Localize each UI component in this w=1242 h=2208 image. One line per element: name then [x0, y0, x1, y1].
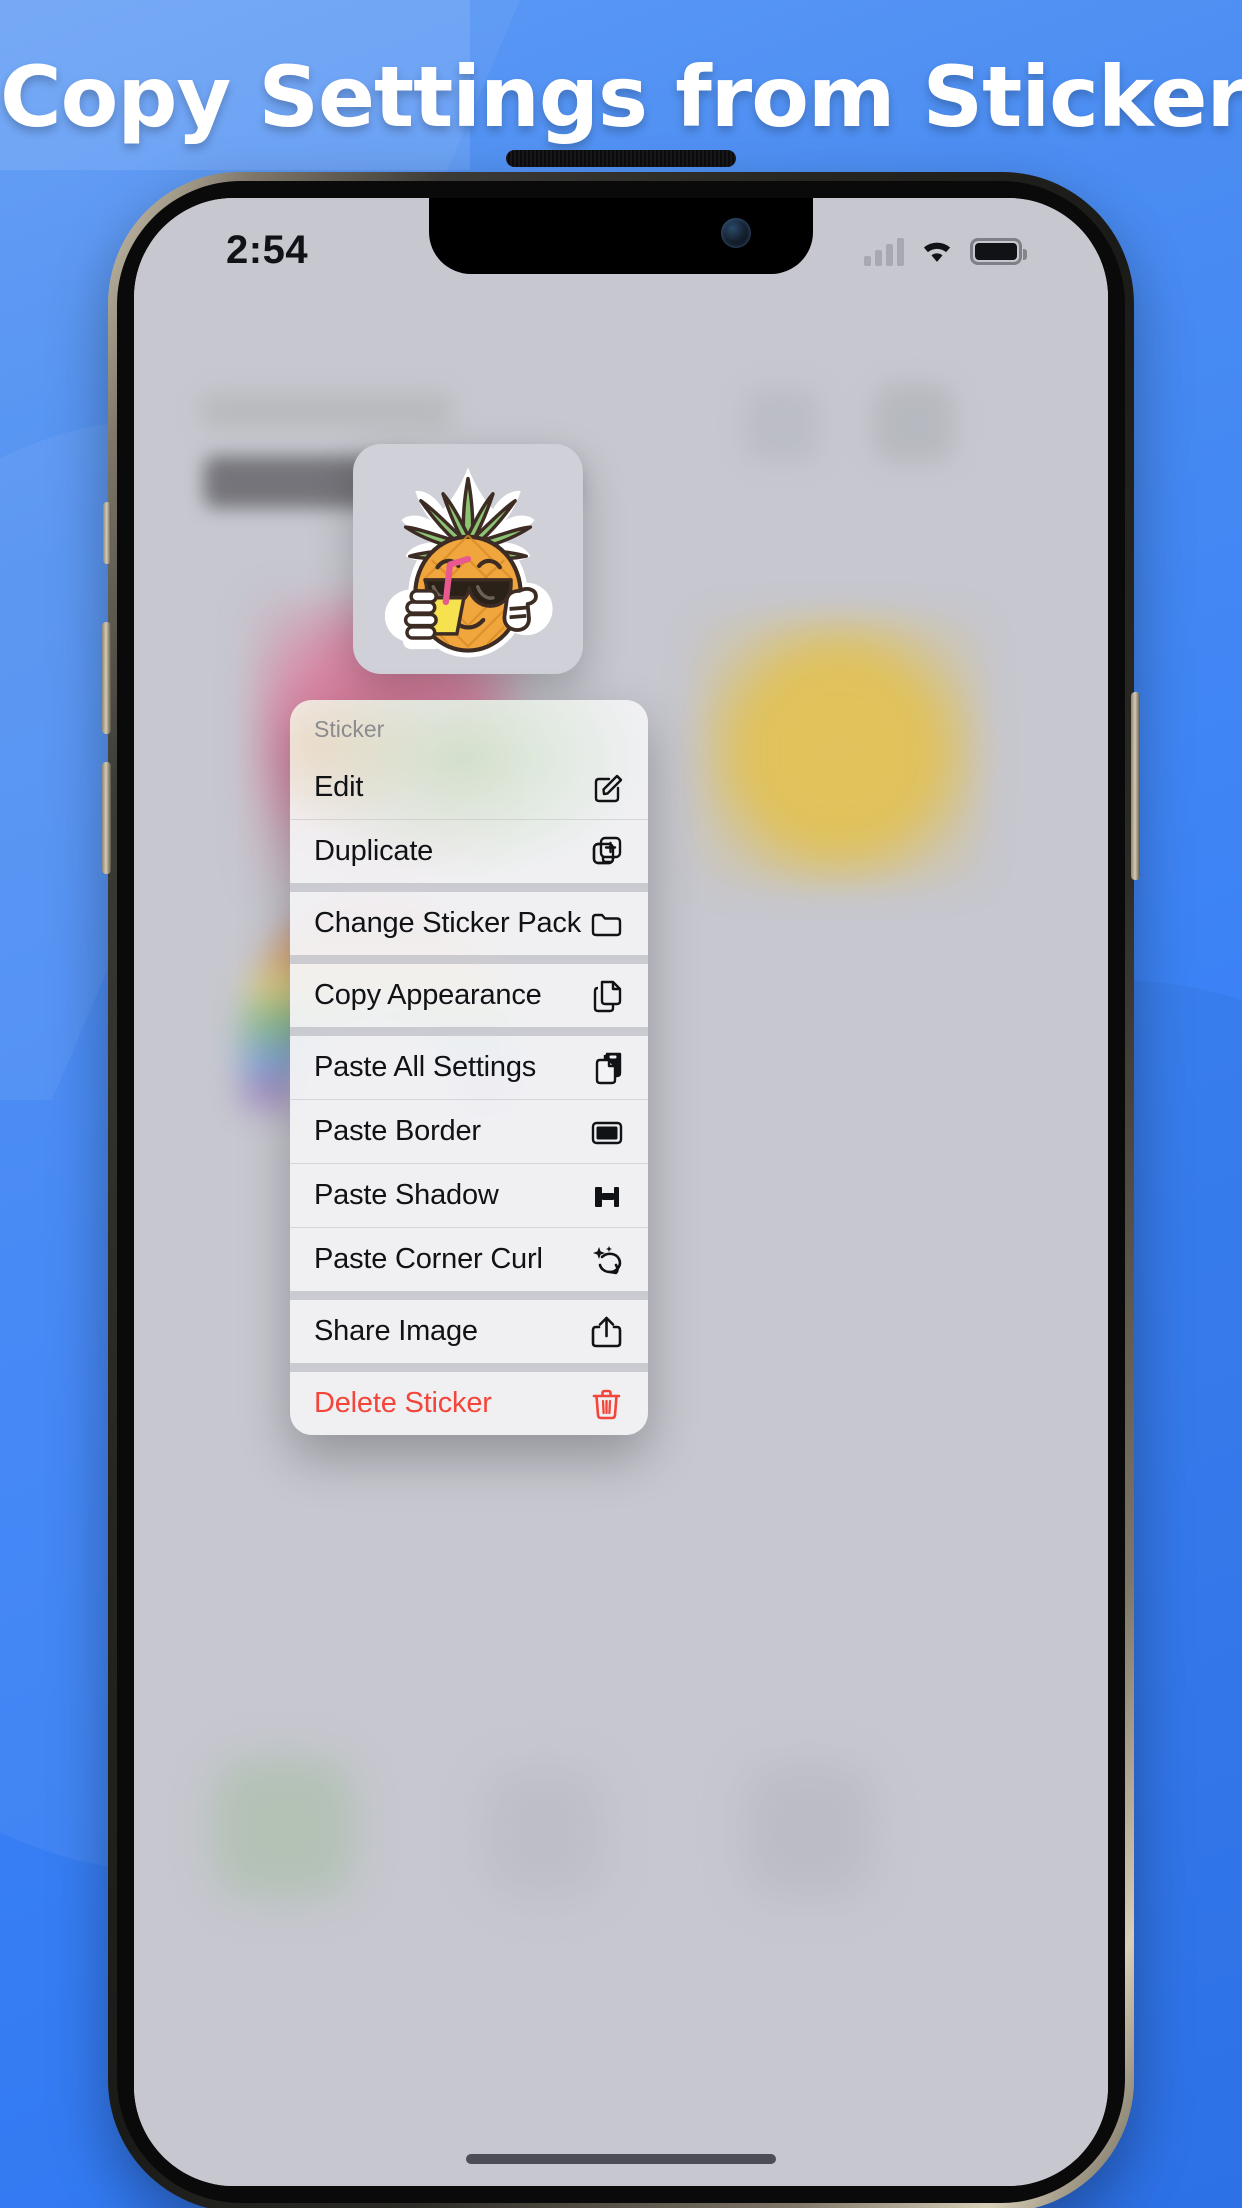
- menu-item-delete-sticker[interactable]: Delete Sticker: [290, 1372, 648, 1435]
- pineapple-sunglasses-sticker: [384, 467, 553, 658]
- menu-item-label: Change Sticker Pack: [314, 907, 581, 939]
- status-bar-clock: 2:54: [226, 228, 309, 272]
- menu-item-label: Delete Sticker: [314, 1387, 492, 1419]
- menu-item-label: Paste Border: [314, 1115, 481, 1147]
- volume-down-button[interactable]: [102, 762, 111, 874]
- menu-item-copy-appearance[interactable]: Copy Appearance: [290, 964, 648, 1027]
- trash-icon: [590, 1387, 624, 1421]
- menu-item-paste-border[interactable]: Paste Border: [290, 1100, 648, 1163]
- doc-on-doc-icon: [590, 979, 624, 1013]
- selected-sticker-card[interactable]: [353, 444, 583, 674]
- plus-square-on-square-icon: [590, 835, 624, 869]
- folder-icon: [590, 907, 624, 941]
- menu-item-paste-all-settings[interactable]: Paste All Settings: [290, 1036, 648, 1099]
- battery-fill: [975, 242, 1017, 260]
- volume-up-button[interactable]: [102, 622, 111, 734]
- sticker-context-menu[interactable]: Sticker Edit Duplicate Change Sticker Pack…: [290, 700, 648, 1435]
- power-button[interactable]: [1131, 692, 1140, 880]
- menu-separator-group: [290, 955, 648, 964]
- front-camera-icon: [721, 218, 751, 248]
- menu-item-label: Share Image: [314, 1315, 478, 1347]
- battery-icon: [970, 237, 1027, 265]
- earpiece-speaker: [506, 150, 736, 167]
- phone-notch: [429, 198, 813, 274]
- menu-item-change-sticker-pack[interactable]: Change Sticker Pack: [290, 892, 648, 955]
- menu-separator-group: [290, 883, 648, 892]
- home-indicator[interactable]: [466, 2154, 776, 2164]
- square-and-pencil-icon: [590, 771, 624, 805]
- menu-item-edit[interactable]: Edit: [290, 756, 648, 819]
- phone-screen: 2:54 Sticker Edit Duplicate Change Stick…: [134, 198, 1108, 2186]
- filled-rectangle-border-icon: [590, 1115, 624, 1149]
- iphone-mockup: 2:54 Sticker Edit Duplicate Change Stick…: [102, 150, 1140, 2208]
- menu-item-label: Paste Corner Curl: [314, 1243, 543, 1275]
- menu-item-label: Edit: [314, 771, 364, 803]
- cellular-signal-icon: [864, 236, 904, 266]
- sparkle-corner-curl-icon: [590, 1243, 624, 1277]
- menu-item-duplicate[interactable]: Duplicate: [290, 820, 648, 883]
- mute-switch[interactable]: [103, 502, 111, 564]
- wifi-icon: [923, 242, 951, 262]
- menu-item-share-image[interactable]: Share Image: [290, 1300, 648, 1363]
- menu-item-label: Duplicate: [314, 835, 434, 867]
- menu-item-label: Copy Appearance: [314, 979, 542, 1011]
- doc-on-clipboard-icon: [590, 1051, 624, 1085]
- menu-item-paste-shadow[interactable]: Paste Shadow: [290, 1164, 648, 1227]
- page-headline: Copy Settings from Stickers: [0, 48, 1242, 146]
- menu-separator-group: [290, 1291, 648, 1300]
- menu-separator-group: [290, 1363, 648, 1372]
- menu-separator-group: [290, 1027, 648, 1036]
- context-menu-header: Sticker: [314, 716, 385, 742]
- shadow-offset-icon: [590, 1179, 624, 1213]
- menu-item-label: Paste All Settings: [314, 1051, 537, 1083]
- context-menu-items: Edit Duplicate Change Sticker Pack Copy App…: [290, 756, 648, 1435]
- status-bar-indicators: [864, 236, 1027, 266]
- menu-item-paste-corner-curl[interactable]: Paste Corner Curl: [290, 1228, 648, 1291]
- menu-item-label: Paste Shadow: [314, 1179, 499, 1211]
- share-square-arrow-up-icon: [590, 1315, 624, 1349]
